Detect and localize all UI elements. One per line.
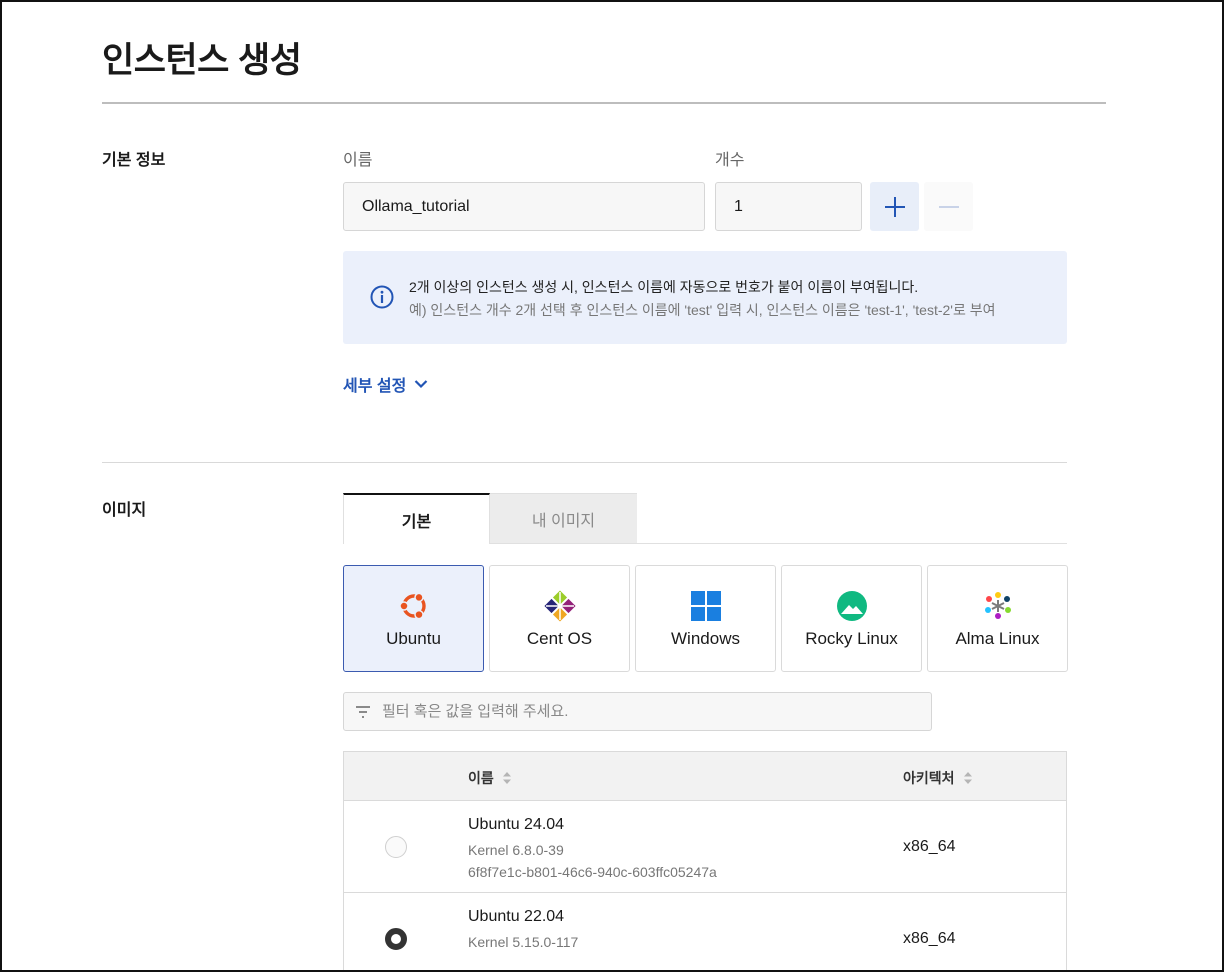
window-frame: 인스턴스 생성 기본 정보 이름 개수 Ollama_tutorial 1 2개… — [0, 0, 1224, 972]
detail-settings-label: 세부 설정 — [343, 378, 407, 395]
row-radio-button[interactable] — [385, 836, 407, 858]
row-image-name: Ubuntu 24.04 — [468, 816, 565, 833]
filter-box[interactable] — [343, 692, 932, 731]
ubuntu-icon — [398, 592, 426, 620]
row-kernel: Kernel 6.8.0-39 — [468, 842, 564, 858]
os-label-windows: Windows — [671, 629, 740, 648]
tab-baseline — [490, 543, 1067, 544]
os-card-alma-linux[interactable]: Alma Linux — [927, 565, 1068, 672]
os-label-alma-linux: Alma Linux — [955, 629, 1040, 648]
info-icon — [370, 285, 394, 309]
sort-icon — [963, 772, 972, 784]
sort-icon — [502, 772, 511, 784]
info-text-example: 예) 인스턴스 개수 2개 선택 후 인스턴스 이름에 'test' 입력 시,… — [409, 302, 996, 318]
name-input[interactable]: Ollama_tutorial — [343, 182, 705, 231]
os-card-ubuntu[interactable]: Ubuntu — [343, 565, 484, 672]
name-label: 이름 — [343, 152, 373, 169]
image-table: 이름 아키텍처 Ubuntu 24.04 Kernel 6.8.0-39 6f8… — [343, 751, 1067, 970]
title-divider — [102, 102, 1106, 104]
count-label: 개수 — [715, 152, 745, 169]
detail-settings-toggle[interactable]: 세부 설정 — [343, 372, 428, 396]
page-title: 인스턴스 생성 — [102, 41, 302, 80]
info-notice: 2개 이상의 인스턴스 생성 시, 인스턴스 이름에 자동으로 번호가 붙어 이… — [343, 251, 1067, 344]
column-label-name: 이름 — [468, 770, 494, 786]
row-image-id: 6f8f7e1c-b801-46c6-940c-603ffc05247a — [468, 864, 717, 880]
info-text-primary: 2개 이상의 인스턴스 생성 시, 인스턴스 이름에 자동으로 번호가 붙어 이… — [409, 279, 919, 295]
os-label-centos: Cent OS — [526, 629, 593, 648]
table-row[interactable]: Ubuntu 24.04 Kernel 6.8.0-39 6f8f7e1c-b8… — [344, 801, 1066, 893]
os-card-centos[interactable]: Cent OS — [489, 565, 630, 672]
tab-default[interactable]: 기본 — [343, 493, 490, 544]
section-label-basic-info: 기본 정보 — [102, 152, 166, 169]
centos-icon — [543, 590, 576, 622]
table-row[interactable]: Ubuntu 22.04 Kernel 5.15.0-117 x86_64 — [344, 893, 1066, 970]
column-header-name[interactable]: 이름 — [468, 768, 512, 788]
alma-linux-icon — [984, 592, 1011, 619]
filter-icon — [356, 706, 370, 718]
increment-button[interactable] — [870, 182, 919, 231]
os-card-windows[interactable]: Windows — [635, 565, 776, 672]
chevron-down-icon — [415, 380, 428, 389]
tab-my-images[interactable]: 내 이미지 — [490, 493, 637, 544]
os-card-rocky-linux[interactable]: Rocky Linux — [781, 565, 922, 672]
os-label-ubuntu: Ubuntu — [386, 629, 441, 648]
plus-icon — [884, 196, 905, 217]
rocky-linux-icon — [836, 591, 867, 621]
row-radio-button[interactable] — [385, 928, 407, 950]
minus-icon — [938, 205, 959, 208]
section-divider — [102, 462, 1067, 463]
filter-input[interactable] — [382, 693, 922, 730]
column-label-architecture: 아키텍처 — [903, 770, 955, 786]
table-header: 이름 아키텍처 — [344, 752, 1066, 801]
os-label-rocky-linux: Rocky Linux — [805, 629, 898, 648]
row-architecture: x86_64 — [903, 930, 956, 947]
section-label-image: 이미지 — [102, 502, 147, 519]
row-kernel: Kernel 5.15.0-117 — [468, 934, 579, 950]
windows-icon — [690, 591, 721, 621]
decrement-button[interactable] — [924, 182, 973, 231]
column-header-architecture[interactable]: 아키텍처 — [903, 768, 973, 788]
count-input[interactable]: 1 — [715, 182, 862, 231]
row-architecture: x86_64 — [903, 838, 956, 855]
row-image-name: Ubuntu 22.04 — [468, 908, 565, 925]
